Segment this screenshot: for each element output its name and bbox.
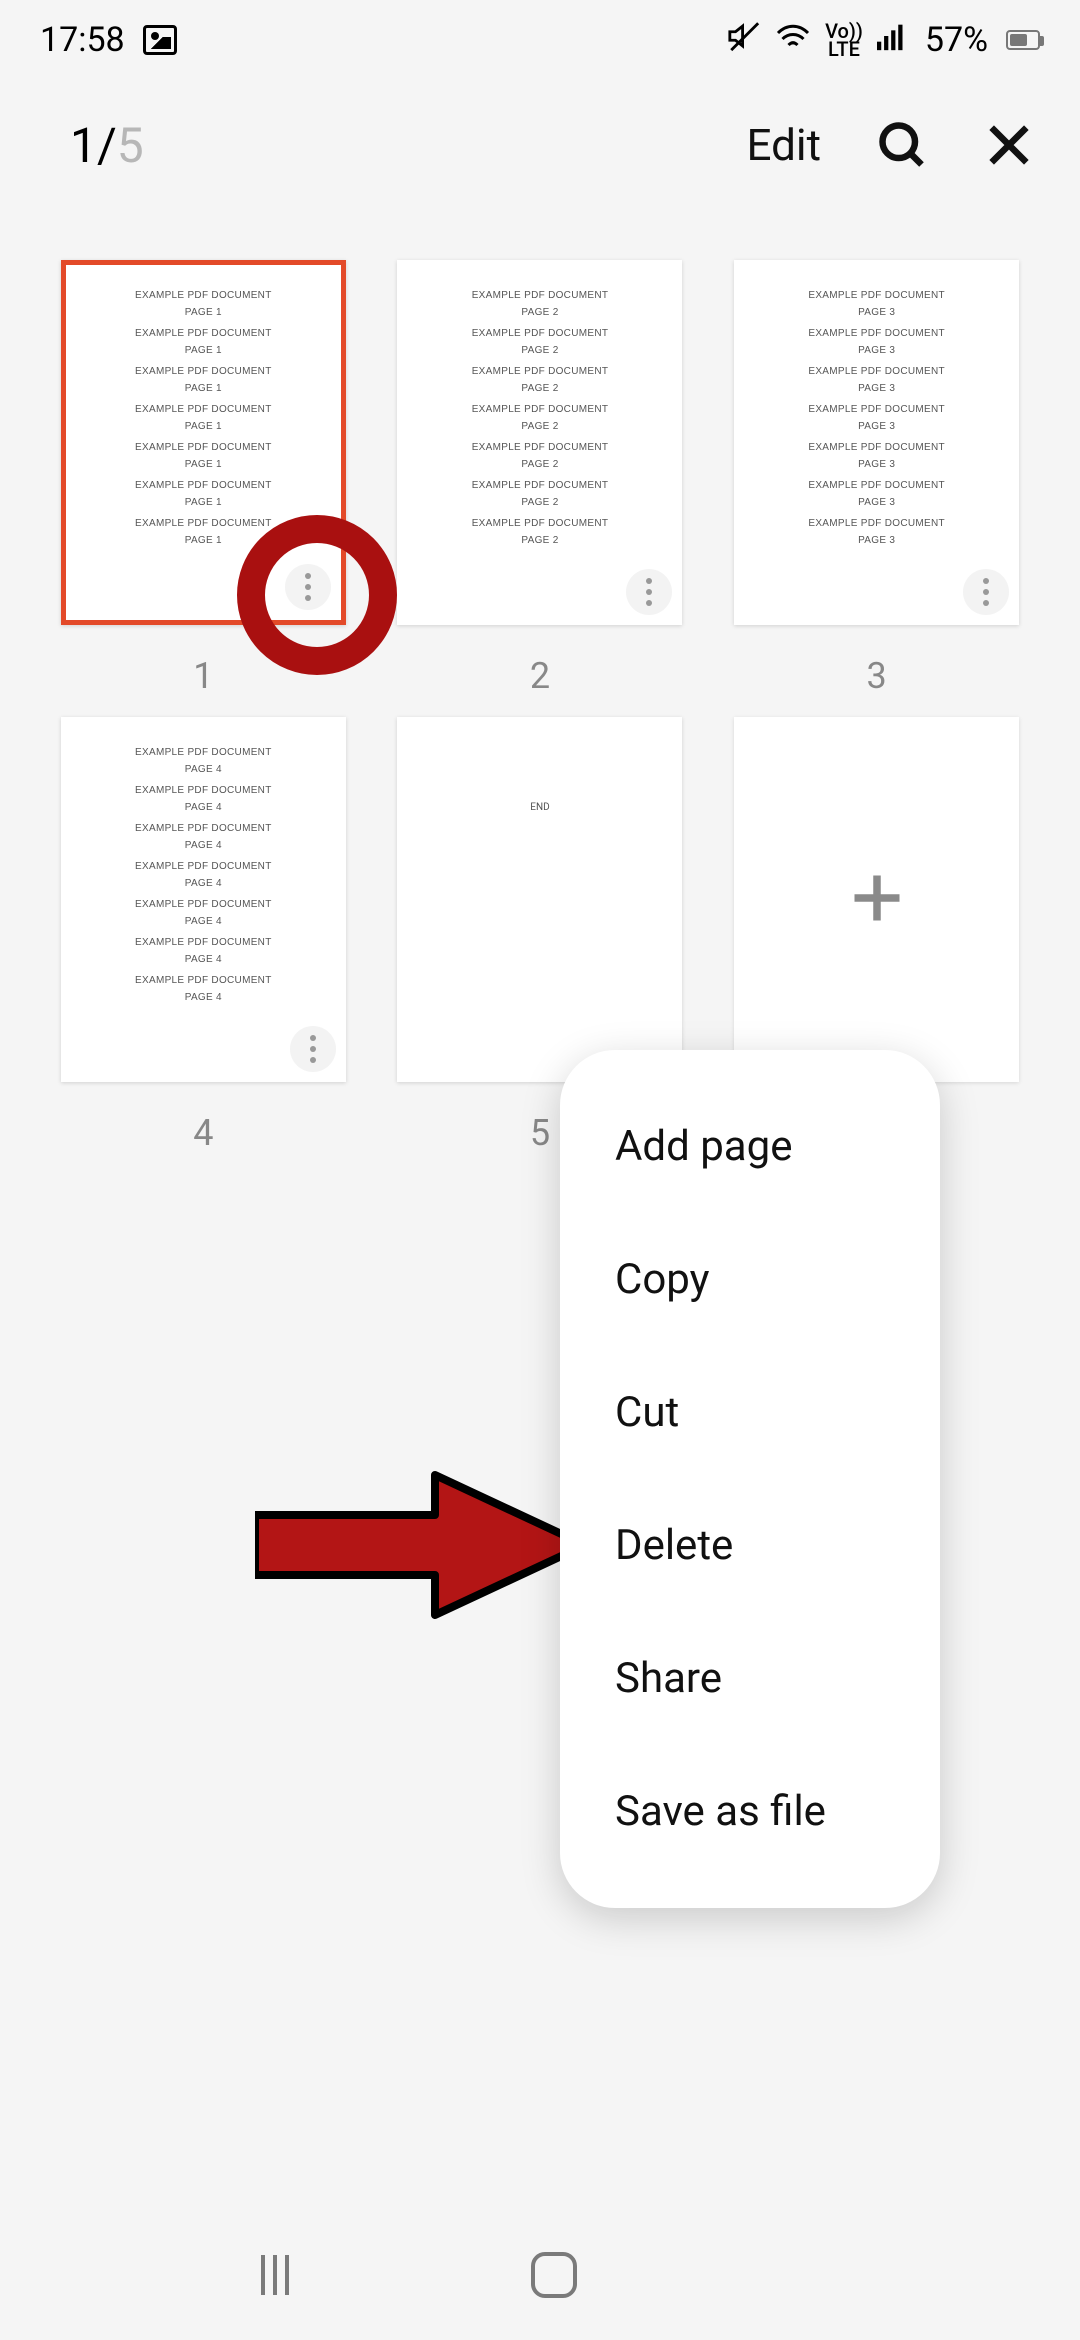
- page-more-button[interactable]: [626, 569, 672, 615]
- system-nav-bar: [0, 2210, 1080, 2340]
- context-menu: Add page Copy Cut Delete Share Save as f…: [560, 1050, 940, 1908]
- page-more-button[interactable]: [963, 569, 1009, 615]
- page-sep: /: [97, 117, 117, 174]
- edit-button[interactable]: Edit: [746, 119, 821, 171]
- screenshot-indicator-icon: [143, 25, 177, 55]
- current-page: 1: [70, 117, 97, 174]
- more-vertical-icon: [310, 1035, 316, 1063]
- search-icon[interactable]: [876, 119, 928, 171]
- page-number-label: 5: [530, 1112, 550, 1154]
- page-thumb[interactable]: EXAMPLE PDF DOCUMENTPAGE 2 EXAMPLE PDF D…: [397, 260, 684, 697]
- thumb-content: EXAMPLE PDF DOCUMENTPAGE 3 EXAMPLE PDF D…: [734, 290, 1019, 546]
- page-thumb[interactable]: EXAMPLE PDF DOCUMENTPAGE 3 EXAMPLE PDF D…: [733, 260, 1020, 697]
- battery-icon: [1006, 30, 1040, 50]
- status-bar: 17:58 Vo)) LTE 57%: [0, 0, 1080, 80]
- app-header: 1/5 Edit: [0, 80, 1080, 210]
- thumb-content: EXAMPLE PDF DOCUMENTPAGE 2 EXAMPLE PDF D…: [397, 290, 682, 546]
- menu-add-page[interactable]: Add page: [560, 1080, 940, 1213]
- page-counter: 1/5: [70, 117, 144, 174]
- menu-delete[interactable]: Delete: [560, 1479, 940, 1612]
- nav-recents-button[interactable]: [261, 2255, 289, 2295]
- battery-percent: 57%: [925, 20, 988, 60]
- page-more-button[interactable]: [290, 1026, 336, 1072]
- status-time: 17:58: [40, 20, 125, 60]
- menu-cut[interactable]: Cut: [560, 1346, 940, 1479]
- more-vertical-icon: [305, 573, 311, 601]
- volte-indicator: Vo)) LTE: [825, 22, 863, 58]
- page-number-label: 4: [193, 1112, 213, 1154]
- page-number-label: 1: [193, 655, 213, 697]
- close-icon[interactable]: [983, 119, 1035, 171]
- menu-save-as-file[interactable]: Save as file: [560, 1745, 940, 1878]
- plus-icon: [847, 868, 907, 932]
- menu-copy[interactable]: Copy: [560, 1213, 940, 1346]
- more-vertical-icon: [646, 578, 652, 606]
- page-thumb[interactable]: EXAMPLE PDF DOCUMENTPAGE 4 EXAMPLE PDF D…: [60, 717, 347, 1154]
- thumb-content: END: [397, 747, 682, 813]
- more-vertical-icon: [983, 578, 989, 606]
- menu-share[interactable]: Share: [560, 1612, 940, 1745]
- page-number-label: 3: [867, 655, 887, 697]
- wifi-icon: [775, 20, 811, 60]
- thumb-content: EXAMPLE PDF DOCUMENTPAGE 4 EXAMPLE PDF D…: [61, 747, 346, 1003]
- page-thumb[interactable]: EXAMPLE PDF DOCUMENTPAGE 1 EXAMPLE PDF D…: [60, 260, 347, 697]
- page-number-label: 2: [530, 655, 550, 697]
- annotation-arrow: [255, 1460, 595, 1634]
- nav-home-button[interactable]: [531, 2252, 577, 2298]
- page-more-button[interactable]: [285, 564, 331, 610]
- mute-icon: [727, 19, 761, 62]
- signal-icon: [877, 20, 911, 60]
- page-grid: EXAMPLE PDF DOCUMENTPAGE 1 EXAMPLE PDF D…: [0, 210, 1080, 1154]
- thumb-content: EXAMPLE PDF DOCUMENTPAGE 1 EXAMPLE PDF D…: [66, 290, 341, 546]
- total-pages: 5: [117, 117, 144, 174]
